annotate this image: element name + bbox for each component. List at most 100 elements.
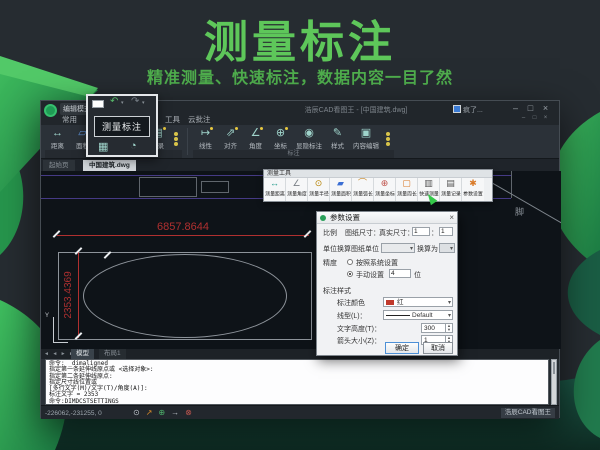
ucs-axis-x	[53, 342, 68, 343]
zoom-icon[interactable]: ⊙	[133, 408, 140, 417]
minimize-button[interactable]: –	[509, 103, 522, 113]
digits-input[interactable]	[389, 269, 411, 278]
drawing-ellipse[interactable]	[83, 254, 287, 338]
aligned-dim-icon: ⇗	[226, 127, 235, 140]
paper-size-input[interactable]	[412, 227, 430, 236]
cancel-button[interactable]: 取消	[423, 342, 453, 354]
measure-coordinate-button[interactable]: ⊕ 测量坐标	[374, 178, 396, 201]
tab-model[interactable]: 模型	[71, 349, 94, 359]
ribbon-aligned-dim-button[interactable]: ⇗ 对齐	[218, 125, 243, 150]
tab-active-drawing[interactable]: 中国建筑.dwg	[83, 160, 136, 171]
paper-size-label: 图纸尺寸：	[345, 228, 380, 238]
chevron-down-icon[interactable]: ▾	[121, 100, 124, 106]
color-select[interactable]: 红 ▾	[383, 297, 453, 307]
close-button[interactable]: ×	[539, 103, 552, 113]
child-close-button[interactable]: ×	[541, 115, 550, 121]
measure-distance-button[interactable]: ↔ 测量距离	[264, 178, 286, 201]
ucs-axis-y	[53, 317, 54, 343]
ribbon-style-button[interactable]: ✎ 样式	[325, 125, 350, 150]
convert-to-select[interactable]: ▾	[439, 243, 455, 253]
arrow-size-label: 箭头大小(Z)：	[337, 336, 381, 346]
chevron-down-icon: ▾	[450, 245, 453, 254]
measure-button-label: 测量角度	[287, 190, 307, 197]
ok-button[interactable]: 确定	[385, 342, 419, 354]
drawing-unit-select[interactable]: ▾	[381, 243, 415, 253]
app-logo-icon[interactable]	[44, 104, 57, 117]
brand-badge: 浩辰CAD看图王	[501, 408, 555, 418]
measure-perimeter-button[interactable]: ▢ 测量周长	[396, 178, 418, 201]
measure-angle-icon: ∠	[292, 178, 300, 189]
ribbon-item-label: 坐标	[274, 140, 287, 150]
measure-annotation-tab-highlight[interactable]: 测量标注	[94, 116, 150, 137]
ribbon-item-label: 对齐	[224, 140, 237, 150]
ribbon-toggle-dim-button[interactable]: ◉ 显隐标注	[293, 125, 325, 150]
horizontal-dimension-line[interactable]	[57, 235, 309, 236]
ribbon-small-buttons[interactable]	[382, 125, 394, 150]
measure-button-label: 测量半径	[309, 190, 329, 197]
tab-tools[interactable]: 工具	[165, 114, 180, 125]
ribbon-group-annotate: ↦ 线性 ⇗ 对齐 ∠ 角度 ⊕ 坐标	[193, 125, 394, 158]
child-restore-button[interactable]: □	[530, 115, 539, 121]
chevron-down-icon[interactable]: ▾	[142, 100, 145, 106]
text-height-spinner[interactable]: 300 ▲▼	[421, 323, 453, 333]
tab-layout1[interactable]: 布局1	[99, 349, 126, 359]
ribbon-small-buttons[interactable]	[170, 125, 182, 150]
ribbon-item-label: 内容编辑	[353, 140, 379, 150]
ribbon-angle-dim-button[interactable]: ∠ 角度	[243, 125, 268, 150]
ribbon-content-edit-button[interactable]: ▣ 内容编辑	[350, 125, 382, 150]
maximize-button[interactable]: □	[524, 103, 537, 113]
pan-icon[interactable]: →	[171, 408, 179, 417]
ribbon-distance-button[interactable]: ↔ 距离	[45, 125, 70, 150]
redo-icon[interactable]: ↷	[131, 96, 139, 107]
child-minimize-button[interactable]: –	[519, 115, 528, 121]
hero-subtitle: 精准测量、快速标注，数据内容一目了然	[0, 64, 600, 88]
tab-cloud-annotation[interactable]: 云批注	[188, 114, 211, 125]
linetype-select[interactable]: Default ▾	[383, 310, 453, 320]
dialog-title-bar[interactable]: 参数设置 ×	[317, 212, 457, 224]
color-value: 红	[397, 299, 404, 306]
unit-conversion-label: 单位换算	[323, 244, 351, 254]
measure-angle-button[interactable]: ∠ 测量角度	[286, 178, 308, 201]
erase-icon[interactable]: ⊗	[185, 408, 192, 417]
undo-icon[interactable]: ↶	[110, 96, 118, 107]
command-scrollbar[interactable]	[551, 359, 557, 405]
radio-manual-setting[interactable]	[347, 271, 353, 277]
parameter-settings-button[interactable]: ✱ 参数设置	[462, 178, 484, 201]
linetype-value: Default	[412, 312, 433, 319]
chevron-down-icon: ▾	[410, 245, 413, 254]
dimension-tick	[304, 230, 312, 238]
measure-area-button[interactable]: ▰ 测量面积	[330, 178, 352, 201]
measure-radius-button[interactable]: ⊙ 测量半径	[308, 178, 330, 201]
text-height-label: 文字高度(T)：	[337, 324, 381, 334]
coordinate-dim-icon: ⊕	[276, 127, 285, 140]
user-name: 疯了...	[463, 107, 483, 114]
user-account[interactable]: 疯了...	[453, 105, 483, 115]
distance-icon: ↔	[52, 127, 63, 140]
ribbon-item-label: 角度	[249, 140, 262, 150]
ribbon-separator	[187, 128, 188, 155]
real-size-input[interactable]	[439, 227, 453, 236]
ribbon-item-label: 显隐标注	[296, 140, 322, 150]
ribbon-coordinate-dim-button[interactable]: ⊕ 坐标	[268, 125, 293, 150]
tab-common[interactable]: 常用	[62, 114, 77, 125]
tab-start-page[interactable]: 起始页	[43, 160, 75, 171]
drawing-rect	[201, 181, 229, 193]
measure-tool-icon: ▦	[98, 140, 108, 153]
line-tool-icon[interactable]: ↗	[146, 408, 153, 417]
measure-arc-button[interactable]: ⌒ 测量弧长	[352, 178, 374, 201]
ribbon-linear-dim-button[interactable]: ↦ 线性	[193, 125, 218, 150]
command-line-panel[interactable]: 命令: _dimaligned 指定第一条延伸线原点或 <选择对象>: 指定第二…	[45, 359, 549, 405]
snap-icon[interactable]: ⊕	[158, 408, 165, 417]
horizontal-dimension-value[interactable]: 6857.8644	[113, 221, 253, 233]
vertical-dimension-line[interactable]	[78, 252, 79, 338]
measure-record-button[interactable]: ▤ 测量记录	[440, 178, 462, 201]
measure-record-icon: ▤	[446, 178, 455, 189]
scrollbar-thumb[interactable]	[553, 362, 555, 374]
dialog-close-icon[interactable]: ×	[449, 212, 454, 224]
measure-toolbar-title: 测量工具	[264, 170, 492, 178]
angle-gauge-icon: ◔	[130, 140, 137, 152]
measure-button-label: 测量记录	[441, 190, 461, 197]
radio-system-setting[interactable]	[347, 259, 353, 265]
vertical-dimension-value[interactable]: 2353.4369	[63, 255, 75, 335]
spinner-arrows-icon[interactable]: ▲▼	[445, 324, 452, 332]
